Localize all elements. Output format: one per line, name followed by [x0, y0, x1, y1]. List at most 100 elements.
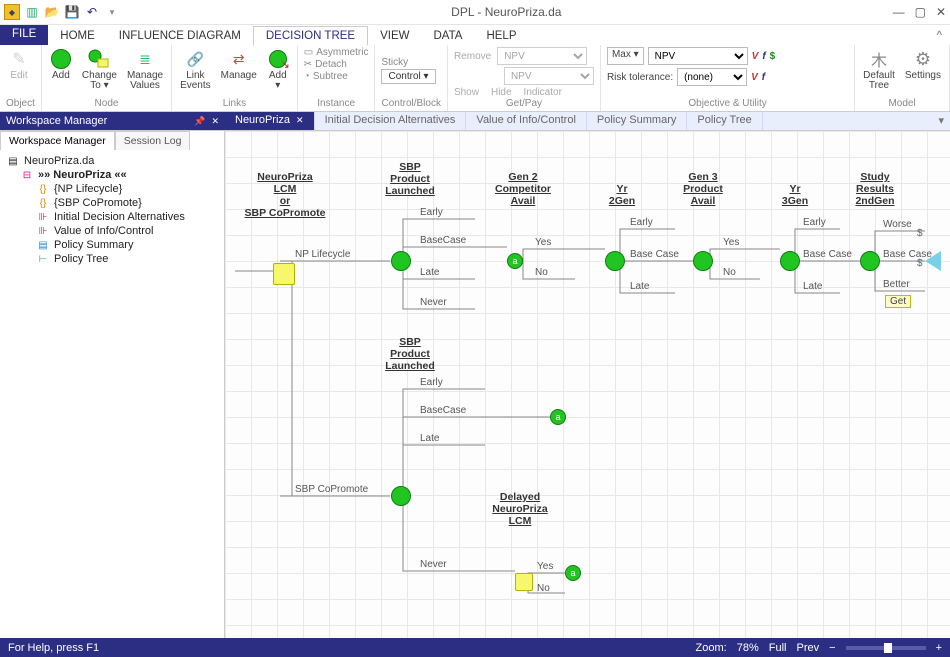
add-link-button[interactable]: ↘ Add ▾ [265, 47, 291, 92]
settings-button[interactable]: ⚙ Settings [903, 47, 943, 82]
f2-icon[interactable]: f [762, 72, 765, 83]
panel-close-icon[interactable]: ✕ [211, 116, 219, 127]
dollar-icon[interactable]: $ [770, 51, 776, 62]
node-label-study: Study Results 2ndGen [845, 171, 905, 207]
group-get-pay: Remove NPV NPV Show Hide Indicator Get/P… [448, 45, 601, 111]
add-link-icon: ↘ [267, 48, 289, 70]
ws-tab-manager[interactable]: Workspace Manager [0, 131, 115, 150]
doc-tabs-dropdown-icon[interactable]: ▾ [932, 112, 950, 130]
subtree-icon: ◔ [304, 71, 310, 82]
branch-late-b: Late [420, 433, 439, 444]
asymmetric-button[interactable]: ▭Asymmetric [304, 47, 369, 58]
f-icon[interactable]: f [762, 51, 765, 62]
zoom-in-button[interactable]: + [936, 642, 942, 654]
doc-tab-neuropriza[interactable]: NeuroPriza✕ [225, 112, 315, 130]
tab-help[interactable]: HELP [474, 27, 528, 45]
undo-icon[interactable]: ↶ [84, 4, 100, 20]
pin-icon[interactable]: 📌 [194, 116, 205, 127]
tree-item[interactable]: {}{SBP CoPromote} [2, 196, 222, 210]
doc-tab-policy-summary[interactable]: Policy Summary [587, 112, 687, 130]
indicator-button[interactable]: Indicator [524, 87, 562, 98]
tree-root[interactable]: ▤NeuroPriza.da [2, 154, 222, 168]
branch-no-2: No [723, 267, 736, 278]
branch-late: Late [420, 267, 439, 278]
link-events-button[interactable]: 🔗 Link Events [178, 47, 213, 92]
branch-yes-2: Yes [723, 237, 739, 248]
window-buttons: — ▢ ✕ [893, 5, 946, 19]
group-control-block: Sticky Control ▾ Control/Block [375, 45, 447, 111]
tab-data[interactable]: DATA [421, 27, 474, 45]
decision-node-root[interactable] [273, 263, 295, 285]
control-button[interactable]: Control ▾ [381, 69, 435, 84]
detach-button[interactable]: ✂Detach [304, 59, 369, 70]
tree-active-model[interactable]: ⊟»» NeuroPriza «« [2, 168, 222, 182]
new-icon[interactable]: ▥ [24, 4, 40, 20]
doc-tab-policy-tree[interactable]: Policy Tree [687, 112, 762, 130]
branch-never: Never [420, 297, 447, 308]
tab-influence-diagram[interactable]: INFLUENCE DIAGRAM [107, 27, 253, 45]
subtree-node-a2[interactable]: a [550, 409, 566, 425]
chance-node-yr3[interactable] [780, 251, 800, 271]
chance-node-yr2[interactable] [605, 251, 625, 271]
qat-customize-icon[interactable]: ▾ [104, 4, 120, 20]
decision-node-delayed[interactable] [515, 573, 533, 591]
doc-tab-value-info[interactable]: Value of Info/Control [466, 112, 586, 130]
manage-links-button[interactable]: ⇄ Manage [219, 47, 259, 82]
chance-node-gen3[interactable] [693, 251, 713, 271]
zoom-prev-button[interactable]: Prev [797, 642, 820, 654]
tree-item[interactable]: ⊪Initial Decision Alternatives [2, 210, 222, 224]
remove-getpay-button[interactable]: Remove [454, 51, 491, 62]
max-button[interactable]: Max ▾ [607, 47, 644, 65]
close-icon[interactable]: ✕ [296, 115, 304, 125]
default-tree-button[interactable]: ⽊ Default Tree [861, 47, 897, 92]
tree-icon: ⽊ [868, 48, 890, 70]
sticky-button[interactable]: Sticky [381, 57, 435, 68]
maximize-button[interactable]: ▢ [915, 5, 926, 19]
file-tab[interactable]: FILE [0, 25, 48, 45]
branch-yes-b: Yes [537, 561, 553, 572]
decision-tree-canvas[interactable]: NeuroPriza LCM or SBP CoPromote SBP Prod… [225, 131, 950, 638]
edit-button[interactable]: ✎ Edit [6, 47, 32, 82]
doc-tab-initial-decision[interactable]: Initial Decision Alternatives [315, 112, 467, 130]
ribbon-collapse-icon[interactable]: ^ [929, 27, 950, 45]
getpay-combo-2[interactable]: NPV [504, 67, 594, 85]
subtree-node-a1[interactable]: a [507, 253, 523, 269]
risk-tolerance-combo[interactable]: (none) [677, 68, 747, 86]
ws-tab-session-log[interactable]: Session Log [115, 131, 191, 150]
subtree-button[interactable]: ◔Subtree [304, 71, 369, 82]
branch-no: No [535, 267, 548, 278]
getpay-combo-1[interactable]: NPV [497, 47, 587, 65]
v-icon[interactable]: V [752, 51, 759, 62]
show-button[interactable]: Show [454, 87, 479, 98]
zoom-out-button[interactable]: − [829, 642, 835, 654]
get-button[interactable]: Get [885, 295, 911, 308]
hide-button[interactable]: Hide [491, 87, 512, 98]
branch-early-3: Early [803, 217, 826, 228]
green-circle-icon [50, 48, 72, 70]
tab-home[interactable]: HOME [48, 27, 107, 45]
chance-node-sbp-top[interactable] [391, 251, 411, 271]
tree-item[interactable]: ⊪Value of Info/Control [2, 224, 222, 238]
manage-values-button[interactable]: ≣ Manage Values [125, 47, 165, 92]
save-icon[interactable]: 💾 [64, 4, 80, 20]
tree-item[interactable]: {}{NP Lifecycle} [2, 182, 222, 196]
chain-icon: 🔗 [184, 48, 206, 70]
chance-node-study[interactable] [860, 251, 880, 271]
add-node-button[interactable]: Add [48, 47, 74, 82]
tab-decision-tree[interactable]: DECISION TREE [253, 26, 368, 46]
workspace-panel-header: Workspace Manager 📌 ✕ [0, 112, 225, 130]
objective-combo[interactable]: NPV [648, 47, 748, 65]
zoom-slider[interactable] [846, 646, 926, 650]
minimize-button[interactable]: — [893, 5, 905, 19]
close-button[interactable]: ✕ [936, 5, 946, 19]
change-to-button[interactable]: Change To ▾ [80, 47, 119, 92]
title-bar: ◆ ▥ 📂 💾 ↶ ▾ DPL - NeuroPriza.da — ▢ ✕ [0, 0, 950, 25]
v2-icon[interactable]: V [751, 72, 758, 83]
tab-view[interactable]: VIEW [368, 27, 421, 45]
tree-item[interactable]: ⊢Policy Tree [2, 252, 222, 266]
zoom-full-button[interactable]: Full [769, 642, 787, 654]
open-icon[interactable]: 📂 [44, 4, 60, 20]
tree-item[interactable]: ▤Policy Summary [2, 238, 222, 252]
chance-node-sbp-bot[interactable] [391, 486, 411, 506]
subtree-node-a3[interactable]: a [565, 565, 581, 581]
